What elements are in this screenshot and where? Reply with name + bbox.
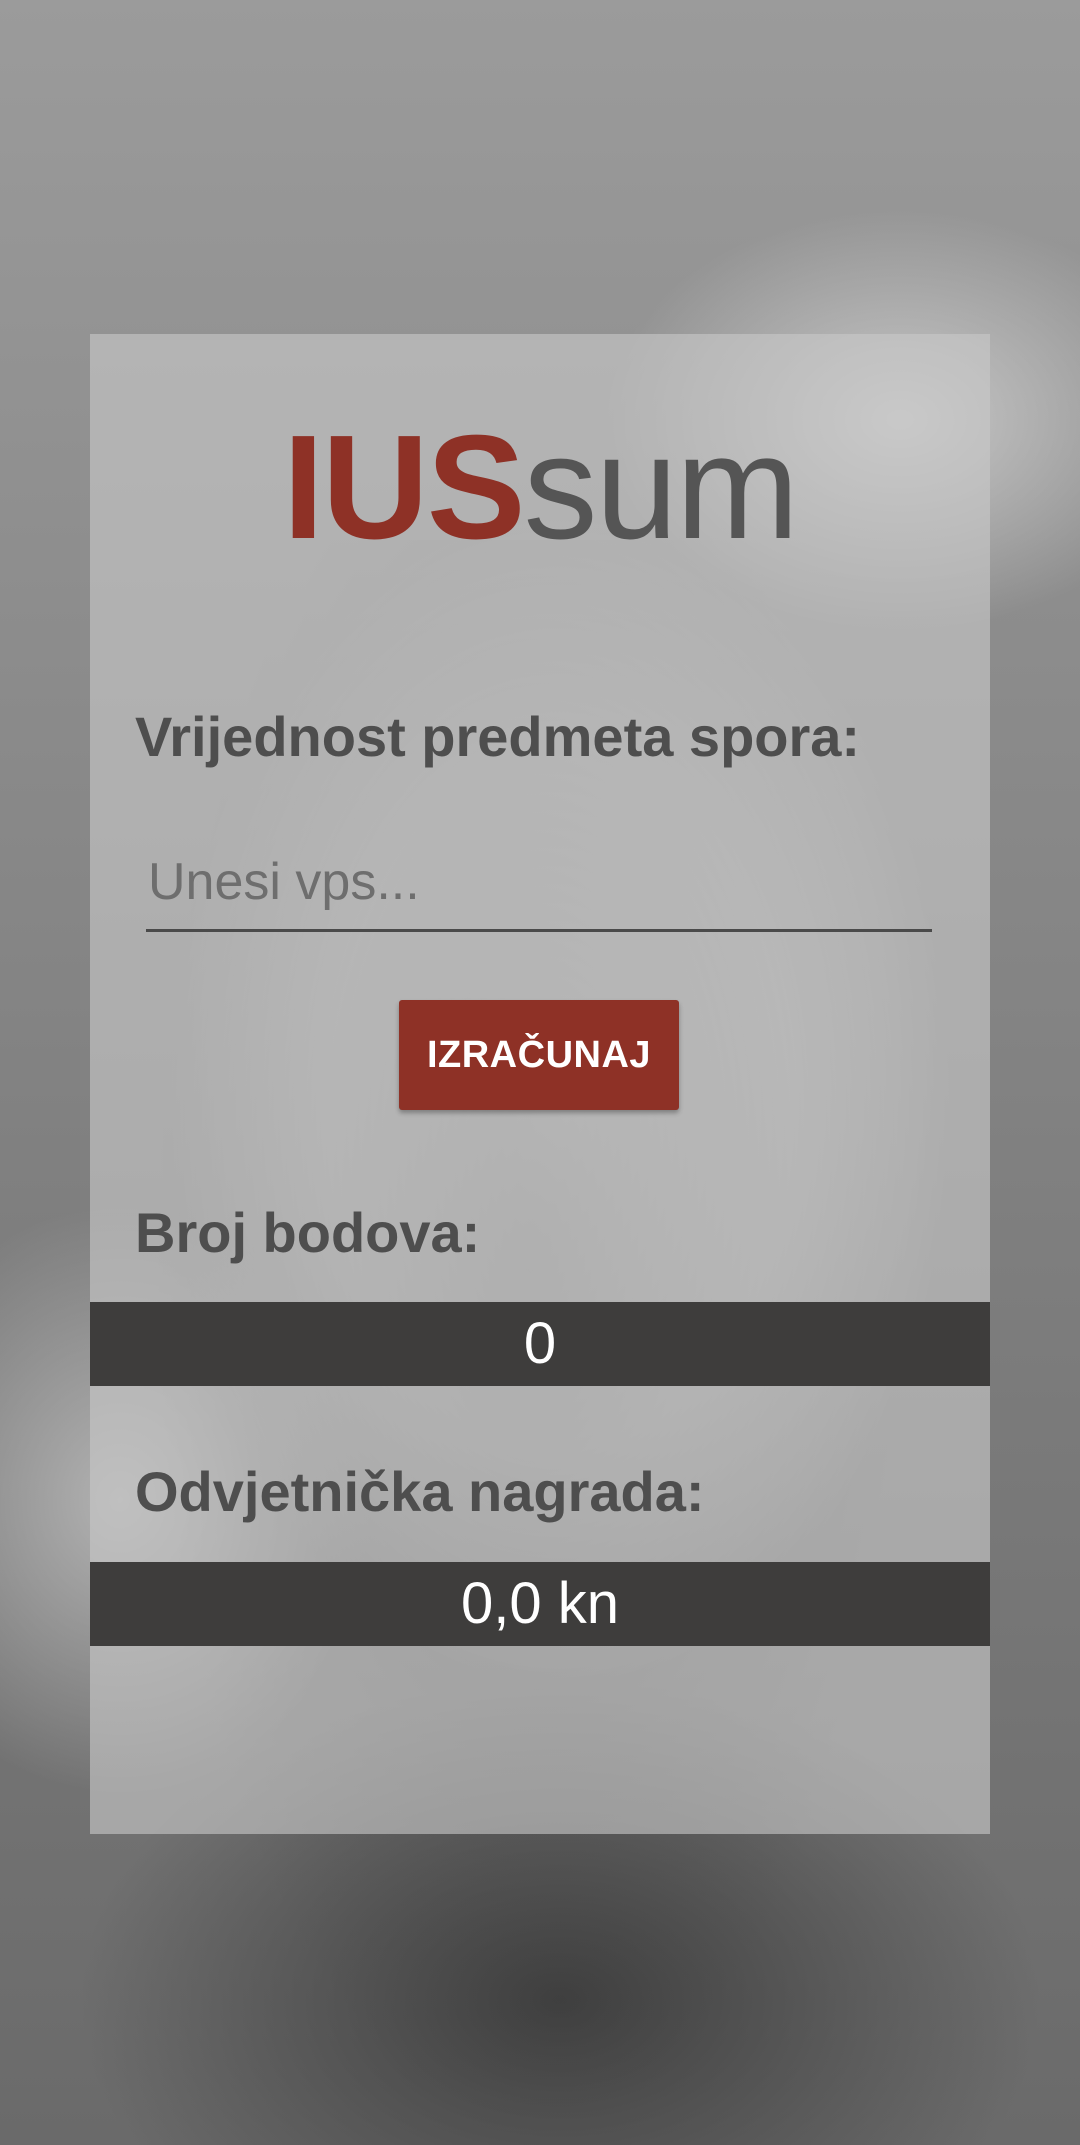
app-logo: IUSsum xyxy=(90,414,990,562)
calculate-button[interactable]: IZRAČUNAJ xyxy=(399,1000,679,1110)
calculator-card: IUSsum Vrijednost predmeta spora: IZRAČU… xyxy=(90,334,990,1834)
vps-label: Vrijednost predmeta spora: xyxy=(135,705,861,768)
points-label: Broj bodova: xyxy=(135,1201,481,1264)
vps-input[interactable] xyxy=(146,834,932,929)
fee-value: 0,0 kn xyxy=(90,1562,990,1646)
logo-sum: sum xyxy=(523,405,800,570)
points-value: 0 xyxy=(90,1302,990,1386)
vps-input-wrapper xyxy=(146,834,932,932)
logo-ius: IUS xyxy=(282,405,526,570)
fee-label: Odvjetnička nagrada: xyxy=(135,1460,705,1523)
